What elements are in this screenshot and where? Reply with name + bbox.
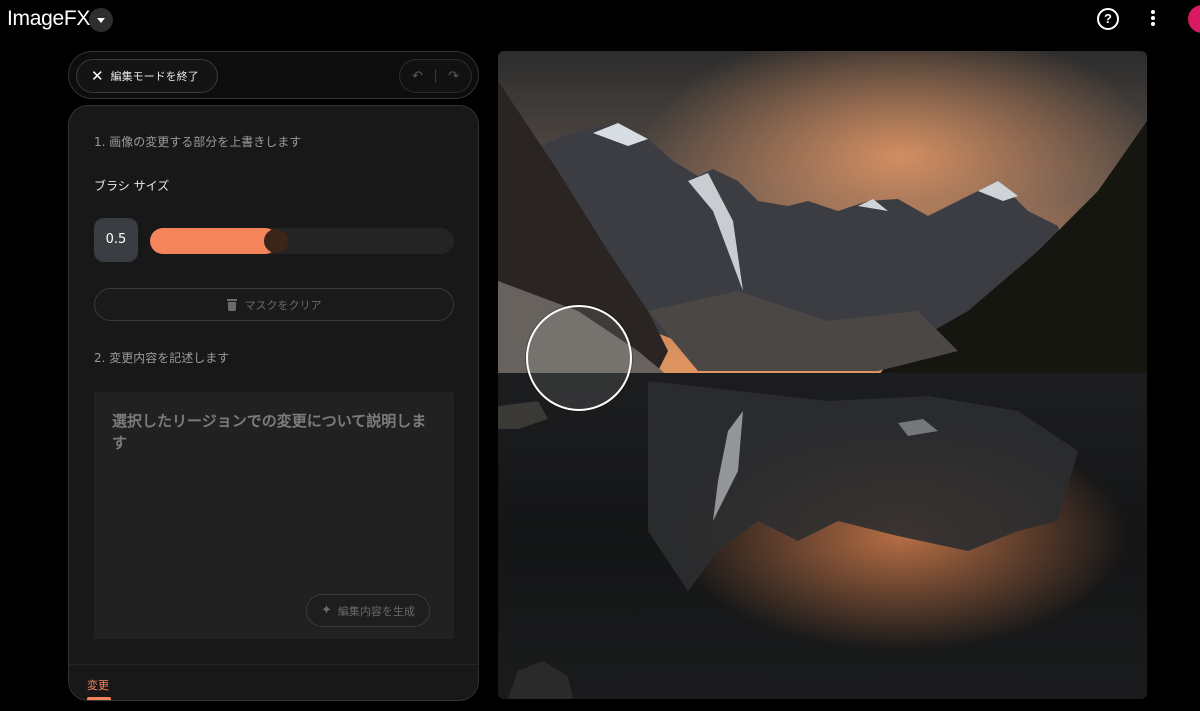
generate-edit-label: 編集内容を生成 [337, 604, 415, 618]
clear-mask-label: マスクをクリア [244, 298, 322, 312]
undo-redo-group: ↶ ↷ [399, 59, 472, 93]
generate-edit-button[interactable]: ✦ 編集内容を生成 [306, 594, 430, 627]
edit-panel: 1. 画像の変更する部分を上書きします ブラシ サイズ 0.5 マスクをクリア … [68, 105, 479, 701]
panel-divider [69, 664, 478, 665]
step1-heading: 1. 画像の変更する部分を上書きします [94, 135, 302, 149]
close-icon: ✕ [91, 66, 104, 85]
top-bar: ImageFX ? [0, 0, 1200, 40]
clear-mask-button[interactable]: マスクをクリア [94, 288, 454, 321]
help-icon[interactable]: ? [1097, 8, 1119, 30]
sparkle-icon: ✦ [321, 603, 332, 618]
exit-edit-mode-label: 編集モードを終了 [110, 70, 199, 83]
app-title[interactable]: ImageFX [7, 7, 90, 31]
edit-toolbar: ✕ 編集モードを終了 ↶ ↷ [68, 51, 479, 99]
step2-heading: 2. 変更内容を記述します [94, 351, 230, 365]
tab-active-indicator [87, 697, 111, 700]
more-options-icon[interactable] [1148, 10, 1158, 28]
brush-size-slider-thumb[interactable] [264, 229, 288, 253]
brush-cursor [526, 305, 632, 411]
image-canvas[interactable] [498, 51, 1147, 699]
redo-icon[interactable]: ↷ [448, 69, 459, 84]
app-switcher-dropdown-icon[interactable] [89, 8, 113, 32]
trash-icon [226, 298, 237, 311]
divider [435, 69, 436, 83]
avatar[interactable] [1188, 5, 1200, 33]
undo-icon[interactable]: ↶ [412, 69, 423, 84]
brush-size-slider-fill [150, 228, 278, 254]
brush-size-value: 0.5 [94, 218, 138, 262]
exit-edit-mode-button[interactable]: ✕ 編集モードを終了 [76, 59, 218, 93]
brush-size-slider[interactable] [150, 228, 454, 254]
tab-change[interactable]: 変更 [87, 677, 109, 693]
brush-size-label: ブラシ サイズ [94, 179, 170, 193]
